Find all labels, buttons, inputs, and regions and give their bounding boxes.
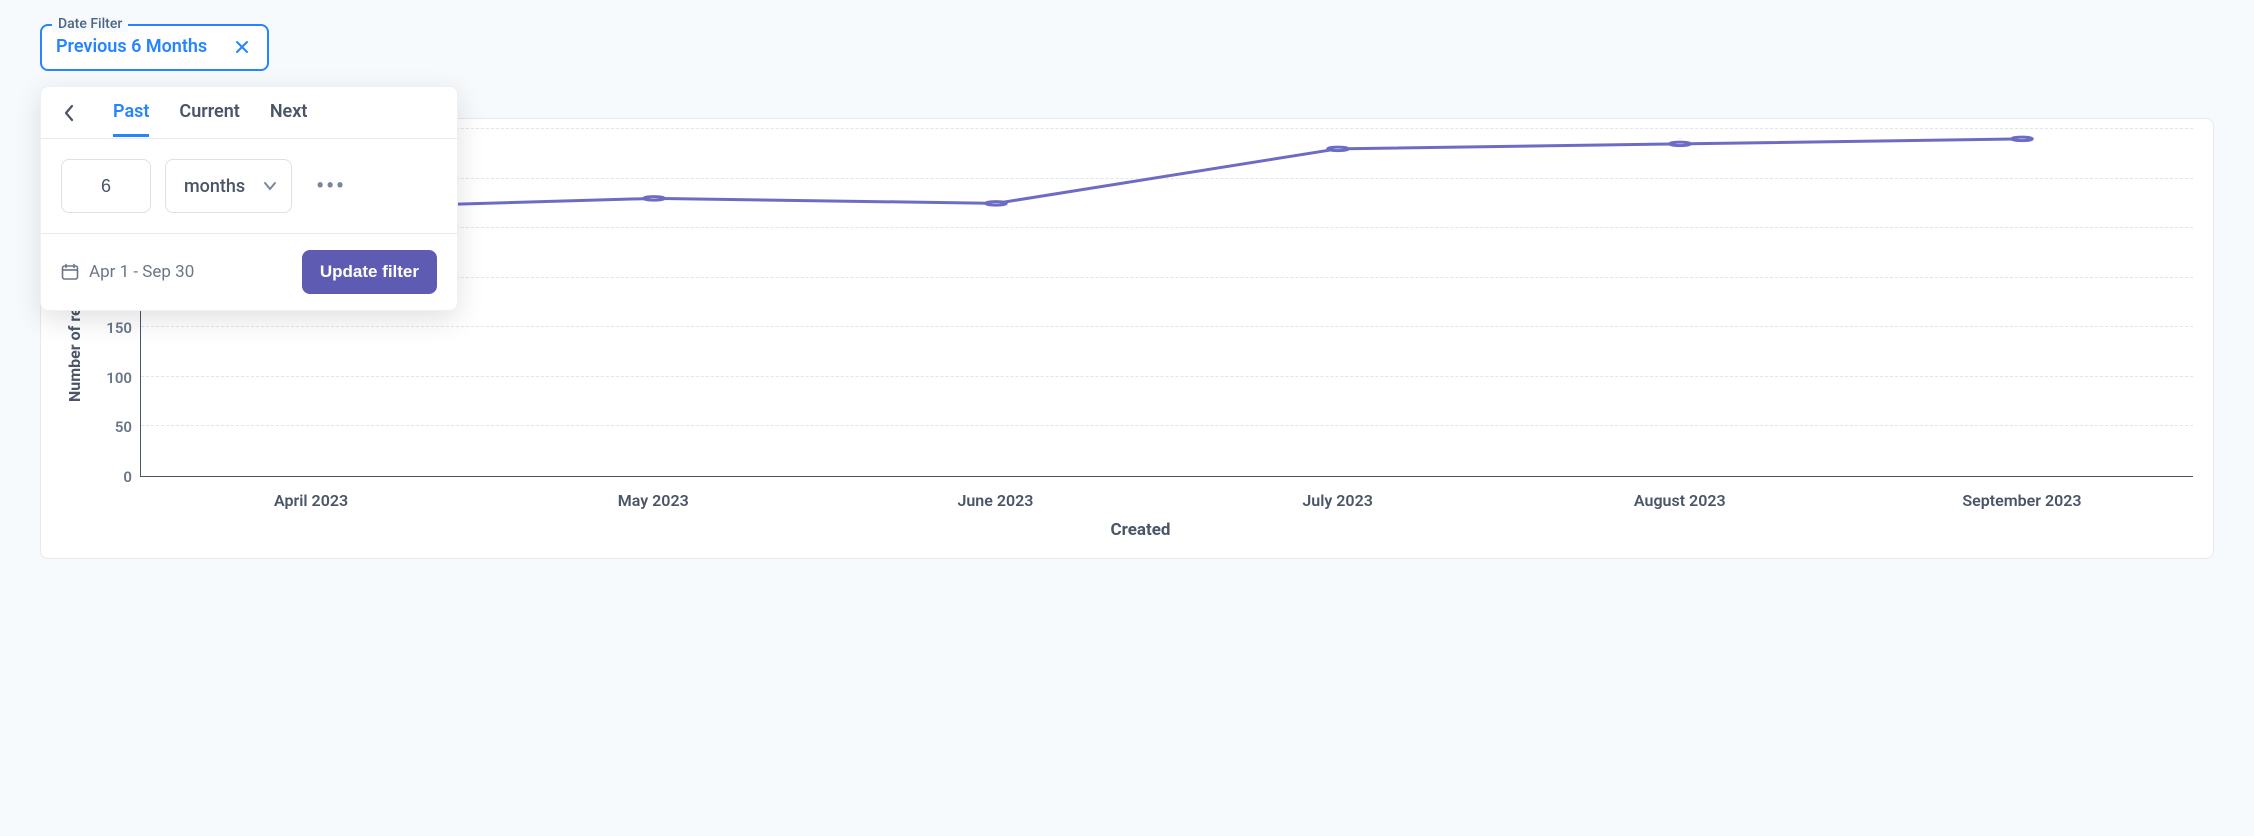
period-unit-label: months	[184, 176, 245, 197]
x-tick-label: July 2023	[1167, 491, 1509, 510]
clear-filter-icon[interactable]	[231, 40, 253, 54]
period-unit-select[interactable]: months	[165, 159, 292, 213]
chart-line	[312, 139, 2022, 208]
more-options-icon[interactable]: •••	[306, 164, 356, 209]
tab-current[interactable]: Current	[179, 89, 239, 137]
y-tick-label: 0	[123, 468, 132, 486]
back-icon[interactable]	[55, 104, 83, 122]
x-tick-label: April 2023	[140, 491, 482, 510]
popover-body: months •••	[41, 139, 457, 234]
y-tick-label: 150	[106, 319, 132, 337]
x-tick-label: June 2023	[824, 491, 1166, 510]
period-count-input[interactable]	[61, 159, 151, 213]
date-range-text: Apr 1 - Sep 30	[89, 262, 194, 282]
data-point[interactable]	[644, 197, 665, 200]
date-filter-field[interactable]: Date Filter Previous 6 Months	[40, 24, 269, 71]
chevron-down-icon	[263, 181, 277, 191]
data-point[interactable]	[2012, 137, 2033, 140]
y-tick-label: 50	[115, 418, 132, 436]
tab-next[interactable]: Next	[270, 89, 308, 137]
x-tick-label: August 2023	[1509, 491, 1851, 510]
x-tick-label: May 2023	[482, 491, 824, 510]
x-axis-label: Created	[88, 520, 2193, 540]
date-filter-popover: Past Current Next months •••	[40, 86, 458, 311]
data-point[interactable]	[986, 202, 1007, 205]
data-point[interactable]	[1328, 147, 1349, 150]
calendar-icon	[61, 263, 79, 281]
tab-past[interactable]: Past	[113, 89, 149, 137]
popover-footer: Apr 1 - Sep 30 Update filter	[41, 234, 457, 310]
update-filter-button[interactable]: Update filter	[302, 250, 437, 294]
popover-tabs: Past Current Next	[41, 87, 457, 139]
date-filter-value: Previous 6 Months	[56, 36, 207, 57]
date-filter-legend: Date Filter	[52, 16, 128, 32]
y-tick-label: 100	[106, 369, 132, 387]
x-tick-label: September 2023	[1851, 491, 2193, 510]
data-point[interactable]	[1670, 142, 1691, 145]
